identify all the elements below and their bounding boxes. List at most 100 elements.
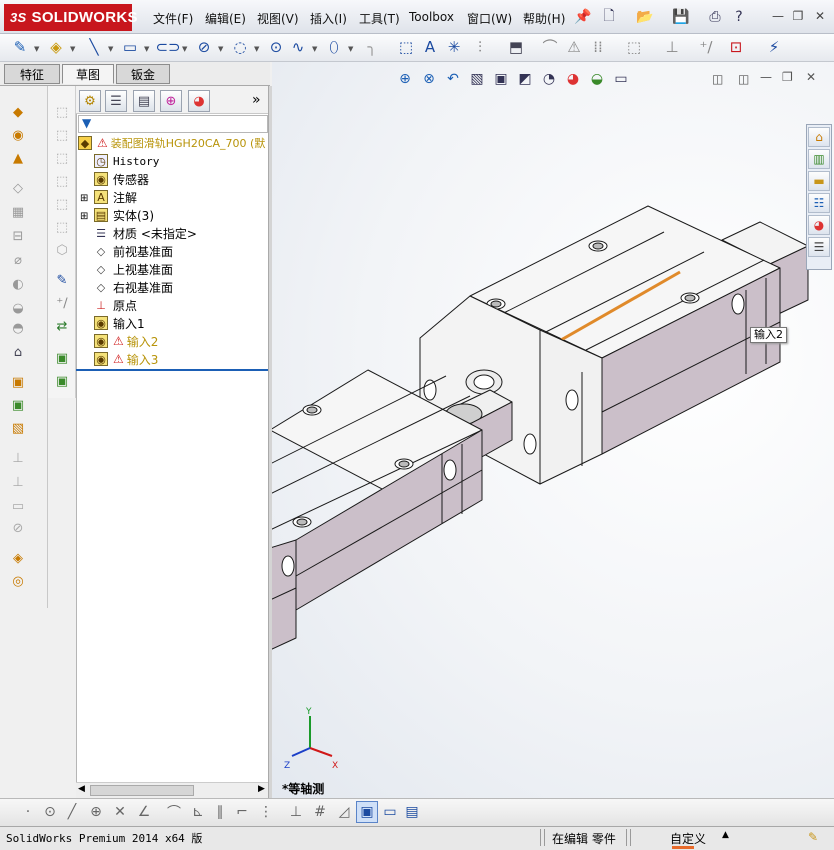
intersection-icon[interactable]: ✕ xyxy=(110,803,130,821)
tab-features[interactable]: 特征 xyxy=(4,64,60,84)
solidworks-logo[interactable]: 3S SOLIDWORKS xyxy=(4,4,138,31)
minimize-button[interactable]: — xyxy=(770,9,786,23)
shell-icon[interactable]: ⊥ xyxy=(9,474,27,490)
units-dropdown-icon[interactable]: ▲ xyxy=(722,830,729,840)
menu-toolbox[interactable]: Toolbox xyxy=(409,10,454,24)
repair-sketch-icon[interactable]: ⁺∕ xyxy=(696,38,716,56)
convert-entities-icon[interactable]: ⬒ xyxy=(506,38,526,56)
fillet-icon[interactable]: ╮ xyxy=(362,38,382,56)
block-icon[interactable]: ▣ xyxy=(53,350,71,366)
menu-file[interactable]: 文件(F) xyxy=(153,10,193,27)
instant3d-icon[interactable]: ◎ xyxy=(9,573,27,589)
menu-view[interactable]: 视图(V) xyxy=(257,10,299,27)
boundary-icon[interactable]: ▦ xyxy=(9,204,27,220)
view-palette-icon[interactable]: ☷ xyxy=(808,193,830,213)
dropdown-arrow-icon[interactable]: ▼ xyxy=(144,45,149,53)
wrap-icon[interactable]: ▭ xyxy=(9,498,27,514)
tree-item-history[interactable]: ◷ History xyxy=(94,152,159,170)
expand-icon[interactable]: ⊞ xyxy=(80,193,88,204)
rectangle-icon[interactable]: ▭ xyxy=(120,38,140,56)
tree-item-annotations[interactable]: A 注解 xyxy=(94,188,137,206)
help-icon[interactable]: ? xyxy=(730,8,748,26)
arc-icon[interactable]: ◌ xyxy=(230,38,250,56)
edit-sketch-icon[interactable]: ✎ xyxy=(53,272,71,288)
perpendicular-icon[interactable]: ⊾ xyxy=(188,803,208,821)
dropdown-arrow-icon[interactable]: ▼ xyxy=(312,45,317,53)
extruded-boss-icon[interactable]: ◆ xyxy=(9,104,27,120)
tab-sketch[interactable]: 草图 xyxy=(62,64,114,84)
viewport-minimize-icon[interactable]: — xyxy=(760,70,772,84)
dropdown-arrow-icon[interactable]: ▼ xyxy=(218,45,223,53)
menu-help[interactable]: 帮助(H) xyxy=(523,10,565,27)
sketch-tool-1-icon[interactable]: ⬚ xyxy=(53,104,71,120)
viewport-close-icon[interactable]: ✕ xyxy=(806,70,816,84)
point-icon[interactable]: · xyxy=(18,803,38,821)
tree-item-import1[interactable]: ◉ 输入1 xyxy=(94,314,145,332)
lofted-cut-icon[interactable]: ◓ xyxy=(9,320,27,336)
vertical-icon[interactable]: ⋮ xyxy=(256,803,276,821)
tree-root[interactable]: ◆ ⚠ 装配图滑轨HGH20CA_700 (默 xyxy=(78,134,265,152)
menu-window[interactable]: 窗口(W) xyxy=(467,10,512,27)
previous-view-icon[interactable]: ↶ xyxy=(443,69,463,89)
dimxpert-tab-icon[interactable]: ⊕ xyxy=(160,90,182,112)
rapid-sketch-icon[interactable]: ⚡ xyxy=(764,38,784,56)
dimension-icon[interactable]: ⊥ xyxy=(286,803,306,821)
dropdown-arrow-icon[interactable]: ▼ xyxy=(348,45,353,53)
smart-dimension-icon[interactable]: ◈ xyxy=(46,38,66,56)
swept-cut-icon[interactable]: ◒ xyxy=(9,300,27,316)
tree-item-import2[interactable]: ◉ ⚠ 输入2 xyxy=(94,332,158,350)
rib-icon[interactable]: ▧ xyxy=(9,420,27,436)
sketch-tool-2-icon[interactable]: ⬚ xyxy=(53,127,71,143)
hide-show-items-icon[interactable]: ◔ xyxy=(539,69,559,89)
loft-icon[interactable]: ◇ xyxy=(9,180,27,196)
expand-icon[interactable]: ⊞ xyxy=(80,211,88,222)
display-manager-tab-icon[interactable]: ◕ xyxy=(188,90,210,112)
tree-filter-input[interactable] xyxy=(78,115,268,133)
view-orientation-icon[interactable]: ▣ xyxy=(491,69,511,89)
trim-icon[interactable]: ⚠ xyxy=(564,38,584,56)
mirror-icon[interactable]: ⫶ xyxy=(470,38,490,56)
print-icon[interactable]: ⎙ xyxy=(706,8,724,26)
tree-item-import3[interactable]: ◉ ⚠ 输入3 xyxy=(94,350,158,368)
tangent-icon[interactable]: ⌒ xyxy=(164,803,184,821)
sketch-tool-3-icon[interactable]: ⬚ xyxy=(53,150,71,166)
sketch-tool-4-icon[interactable]: ⬚ xyxy=(53,173,71,189)
linear-pattern-feature-icon[interactable]: ▣ xyxy=(9,397,27,413)
revolve-icon[interactable]: ◉ xyxy=(9,127,27,143)
rebuild-icon[interactable]: ✎ xyxy=(808,830,818,844)
custom-properties-icon[interactable]: ☰ xyxy=(808,237,830,257)
edit-appearance-icon[interactable]: ◕ xyxy=(563,69,583,89)
expand-panel-icon[interactable]: » xyxy=(252,92,261,108)
configuration-manager-tab-icon[interactable]: ▤ xyxy=(133,90,155,112)
menu-edit[interactable]: 编辑(E) xyxy=(205,10,246,27)
text-icon[interactable]: A xyxy=(420,38,440,56)
polygon-icon[interactable]: ⊙ xyxy=(266,38,286,56)
home-icon[interactable]: ⌂ xyxy=(808,127,830,147)
dropdown-arrow-icon[interactable]: ▼ xyxy=(34,45,39,53)
tree-item-sensors[interactable]: ◉ 传感器 xyxy=(94,170,149,188)
view-toggle-icon[interactable]: ▭ xyxy=(380,803,400,821)
relations-icon[interactable]: ⊥ xyxy=(662,38,682,56)
horizontal-icon[interactable]: ⌐ xyxy=(232,803,252,821)
tree-item-solid-bodies[interactable]: ▤ 实体(3) xyxy=(94,206,154,224)
circle-icon[interactable]: ⊕ xyxy=(86,803,106,821)
line-icon[interactable]: ╲ xyxy=(84,38,104,56)
appearances-icon[interactable]: ◕ xyxy=(808,215,830,235)
property-manager-tab-icon[interactable]: ☰ xyxy=(105,90,127,112)
grid-icon[interactable]: # xyxy=(310,803,330,821)
section-view-icon[interactable]: ▧ xyxy=(467,69,487,89)
apply-scene-icon[interactable]: ◒ xyxy=(587,69,607,89)
view-settings-icon[interactable]: ▭ xyxy=(611,69,631,89)
viewport-restore-icon[interactable]: ❐ xyxy=(782,70,793,84)
tree-item-top-plane[interactable]: ◇ 上视基准面 xyxy=(94,260,173,278)
draft-icon[interactable]: ⊥ xyxy=(9,450,27,466)
display-style-icon[interactable]: ◩ xyxy=(515,69,535,89)
feature-manager-tab-icon[interactable]: ⚙ xyxy=(79,90,101,112)
dropdown-arrow-icon[interactable]: ▼ xyxy=(182,45,187,53)
save-icon[interactable]: 💾 xyxy=(672,8,690,26)
restore-button[interactable]: ❐ xyxy=(790,9,806,23)
horizontal-scrollbar[interactable]: ◀ ▶ xyxy=(76,782,270,798)
dropdown-arrow-icon[interactable]: ▼ xyxy=(70,45,75,53)
pattern-icon[interactable]: ⬚ xyxy=(396,38,416,56)
spline-icon[interactable]: ∿ xyxy=(288,38,308,56)
